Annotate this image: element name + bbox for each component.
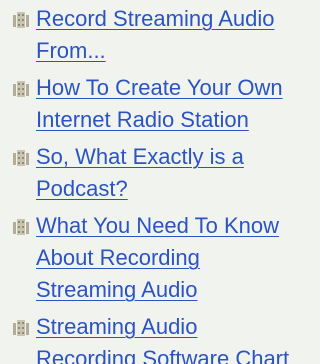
article-link[interactable]: How To Create Your Own Internet Radio Sta… xyxy=(36,75,283,132)
link-text-line: Streaming Audio xyxy=(36,277,198,302)
link-text-line: So, What Exactly is a xyxy=(36,144,244,169)
article-link[interactable]: Streaming Audio Recording Software Chart xyxy=(36,314,289,364)
link-text-line: From... xyxy=(36,38,106,63)
film-reel-icon xyxy=(13,320,29,336)
link-text-line: Recording Software Chart xyxy=(36,346,290,364)
article-link[interactable]: Record Streaming Audio From... xyxy=(36,6,274,63)
list-item: How To Create Your Own Internet Radio Sta… xyxy=(10,72,306,136)
film-reel-icon xyxy=(13,219,29,235)
film-reel-icon xyxy=(13,81,29,97)
film-reel-icon xyxy=(13,150,29,166)
article-link-list: Record Streaming Audio From... How To Cre… xyxy=(0,0,306,364)
film-reel-icon xyxy=(13,12,29,28)
link-text-line: Internet Radio Station xyxy=(36,107,249,132)
link-text-line: About Recording xyxy=(36,245,200,270)
link-text-line: How To Create Your Own xyxy=(36,75,283,100)
list-item: So, What Exactly is a Podcast? xyxy=(10,141,306,205)
link-text-line: Podcast? xyxy=(36,176,128,201)
article-link[interactable]: So, What Exactly is a Podcast? xyxy=(36,144,244,201)
link-text-line: What You Need To Know xyxy=(36,213,279,238)
list-item: Streaming Audio Recording Software Chart xyxy=(10,311,306,364)
article-link[interactable]: What You Need To Know About Recording Stre… xyxy=(36,213,279,302)
link-text-line: Record Streaming Audio xyxy=(36,6,275,31)
list-item: Record Streaming Audio From... xyxy=(10,3,306,67)
link-text-line: Streaming Audio xyxy=(36,314,198,339)
list-item: What You Need To Know About Recording Stre… xyxy=(10,210,306,306)
